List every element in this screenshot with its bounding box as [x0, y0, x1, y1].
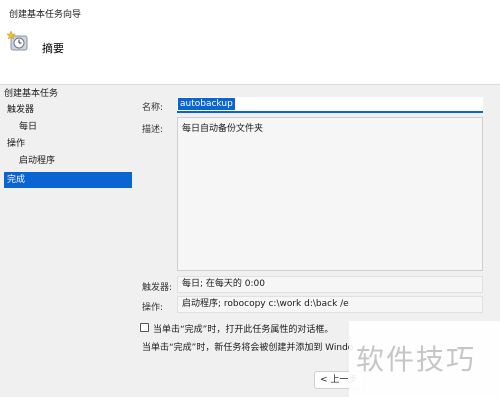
wizard-window: 创建基本任务向导 摘要 创建基本任务 触发器 每日 操作 启动程序 完成 名称:… — [0, 0, 500, 397]
step-daily[interactable]: 每日 — [19, 119, 147, 135]
name-label: 名称: — [142, 103, 164, 113]
wizard-steps-sidebar: 创建基本任务 触发器 每日 操作 启动程序 完成 — [0, 86, 132, 376]
window-title: 创建基本任务向导 — [9, 10, 82, 20]
title-bar: 创建基本任务向导 — [0, 0, 500, 26]
trigger-value: 每日; 在每天的 0:00 — [177, 276, 483, 293]
description-label: 描述: — [142, 125, 164, 135]
open-properties-checkbox[interactable] — [140, 323, 149, 332]
description-field[interactable]: 每日自动备份文件夹 — [177, 117, 483, 271]
step-trigger[interactable]: 触发器 — [7, 102, 135, 118]
name-field[interactable]: autobackup — [177, 97, 483, 113]
name-value: autobackup — [178, 98, 235, 110]
trigger-label: 触发器: — [142, 283, 173, 293]
action-value: 启动程序; robocopy c:\work d:\back /e — [177, 296, 483, 313]
step-finish[interactable]: 完成 — [4, 172, 132, 188]
step-action[interactable]: 操作 — [7, 136, 135, 152]
wizard-clock-icon — [7, 30, 28, 51]
open-properties-label[interactable]: 当单击“完成”时，打开此任务属性的对话框。 — [153, 322, 333, 335]
step-create-basic-task[interactable]: 创建基本任务 — [4, 86, 132, 102]
finish-note: 当单击“完成”时，新任务将会被创建并添加到 Windo — [142, 343, 354, 353]
wizard-header: 摘要 — [0, 26, 500, 85]
action-label: 操作: — [142, 303, 164, 313]
watermark-text: 软件技巧 — [356, 343, 477, 376]
page-heading: 摘要 — [42, 42, 64, 55]
step-start-program[interactable]: 启动程序 — [19, 153, 147, 169]
